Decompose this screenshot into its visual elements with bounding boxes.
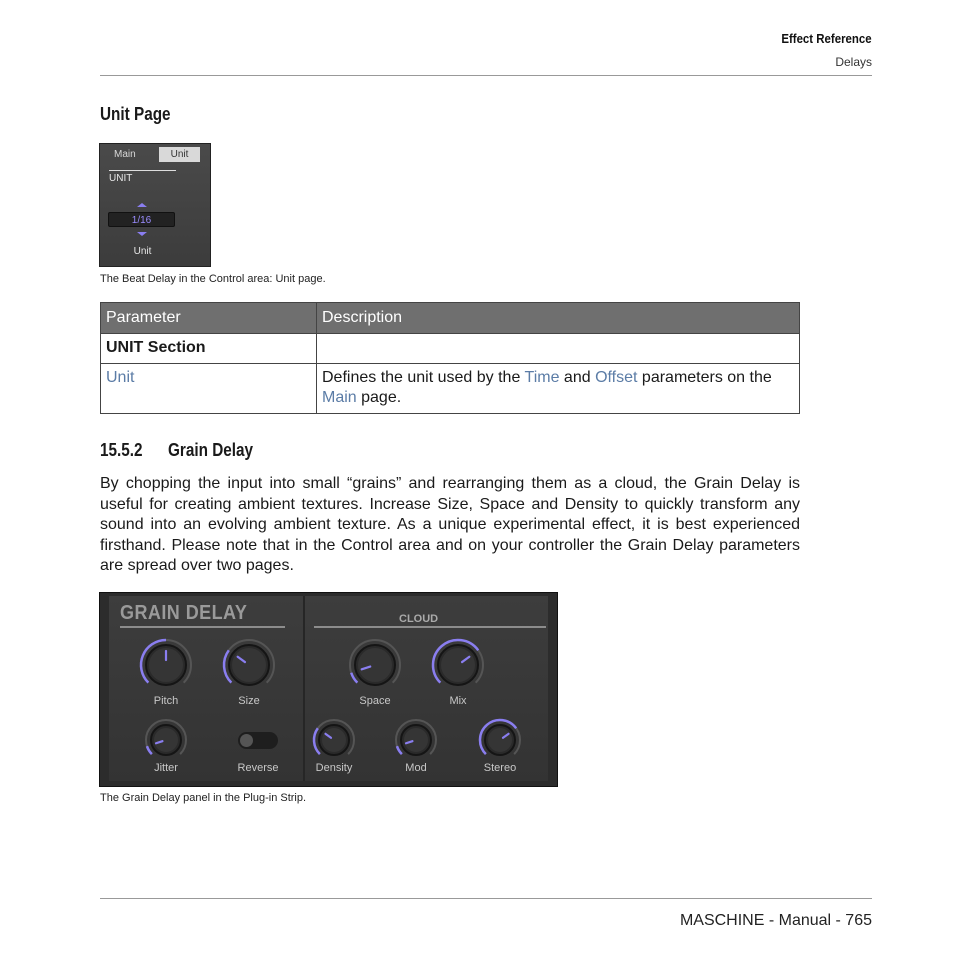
knob-mod[interactable] [393,717,439,763]
param-cell[interactable]: Unit [100,363,317,414]
footer-page-info: MASCHINE - Manual - 765 [679,912,872,929]
header-section-title: Effect Reference [781,31,872,46]
tab-main[interactable]: Main [114,149,136,160]
section-cell: UNIT Section [100,333,317,364]
grain-delay-heading: 15.5.2 Grain Delay [100,440,253,461]
knob-jitter[interactable] [143,717,189,763]
empty-cell [316,333,800,364]
cloud-section-label: CLOUD [399,613,439,625]
knob-cap [358,648,392,682]
grain-delay-description: By chopping the input into small “grains… [100,475,800,574]
unit-page-caption: The Beat Delay in the Control area: Unit… [100,273,326,285]
knob-label-mod: Mod [405,762,427,774]
knob-label-space: Space [359,695,391,707]
knob-label-stereo: Stereo [483,762,517,774]
table-section-row: UNIT Section [100,333,800,364]
table-row: Unit Defines the unit used by the Time a… [100,363,800,414]
main-link[interactable]: Main [322,389,357,406]
description-cell: Defines the unit used by the Time and Of… [316,363,800,414]
section-label: UNIT [109,173,133,184]
knob-mix[interactable] [430,637,486,693]
toggle-handle[interactable] [240,734,253,747]
arrow-up-icon[interactable] [137,203,147,207]
desc-text: and [559,369,596,386]
knob-size[interactable] [221,637,277,693]
column-header-parameter: Parameter [100,302,317,334]
header-divider [100,75,872,76]
grain-delay-caption: The Grain Delay panel in the Plug-in Str… [100,792,307,804]
knob-value-arc [145,745,153,756]
unit-page-widget: Main Unit UNIT 1/16 Unit [99,143,211,267]
header-subsection: Delays [835,55,872,69]
desc-text: Defines the unit used by the [322,369,525,386]
knob-cap [488,728,512,752]
footer-divider [100,898,872,899]
knob-label-pitch: Pitch [153,695,179,707]
reverse-toggle[interactable] [238,732,278,749]
knob-cap [441,648,475,682]
unit-param-label: Unit [133,246,152,257]
knob-value-arc [395,745,403,756]
time-link[interactable]: Time [525,369,560,386]
knob-cap [322,728,346,752]
knob-label-mix: Mix [449,695,467,707]
cloud-underline [314,626,546,628]
column-header-description: Description [316,302,800,334]
knob-cap [154,728,178,752]
section-title: Grain Delay [168,440,254,460]
reverse-label: Reverse [237,762,279,774]
knob-space[interactable] [347,637,403,693]
desc-text: parameters on the [637,369,772,386]
knob-label-density: Density [315,762,353,774]
grain-delay-panel: GRAIN DELAY CLOUD Pitch Size Jitter Space Mi… [99,592,558,787]
tab-unit[interactable]: Unit [159,147,200,162]
panel-body: GRAIN DELAY CLOUD Pitch Size Jitter Space Mi… [109,596,548,781]
panel-title: GRAIN DELAY [120,602,248,624]
title-underline [120,626,285,628]
panel-separator [303,596,305,781]
section-divider [109,170,176,171]
knob-cap [404,728,428,752]
knob-stereo[interactable] [477,717,523,763]
section-number: 15.5.2 [100,440,143,460]
offset-link[interactable]: Offset [595,369,637,386]
knob-pitch[interactable] [138,637,194,693]
arrow-down-icon[interactable] [137,232,147,236]
desc-text: page. [356,389,402,406]
knob-cap [232,648,266,682]
knob-label-jitter: Jitter [154,762,178,774]
knob-label-size: Size [238,695,260,707]
unit-page-heading: Unit Page [100,104,171,124]
knob-density[interactable] [311,717,357,763]
parameter-table: Parameter Description UNIT Section Unit … [100,302,800,414]
unit-value-display[interactable]: 1/16 [108,212,175,227]
table-header-row: Parameter Description [100,302,800,334]
